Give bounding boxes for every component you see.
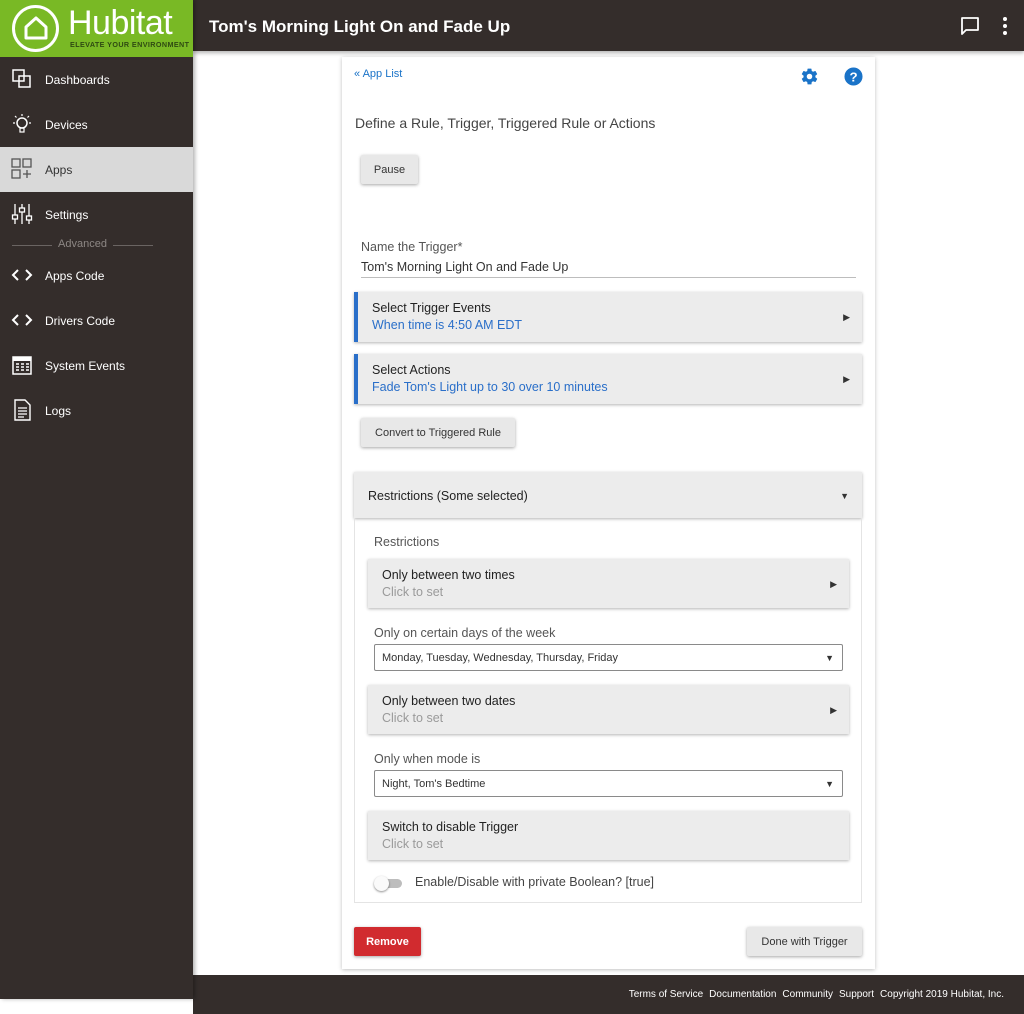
section-title: Only between two dates: [382, 694, 516, 708]
separator-line: [113, 245, 153, 246]
app-list-link[interactable]: « App List: [354, 68, 402, 80]
only-between-two-dates[interactable]: Only between two dates Click to set ▶: [368, 685, 849, 734]
footer-links: Terms of Service Documentation Community…: [629, 989, 1004, 1000]
days-of-week-select[interactable]: Monday, Tuesday, Wednesday, Thursday, Fr…: [374, 644, 843, 671]
sliders-icon: [11, 204, 33, 224]
sidebar: Hubitat ELEVATE YOUR ENVIRONMENT Dashboa…: [0, 0, 193, 999]
restrictions-header[interactable]: Restrictions (Some selected) ▼: [354, 472, 862, 518]
name-field[interactable]: Tom's Morning Light On and Fade Up: [361, 260, 568, 274]
sidebar-item-apps[interactable]: Apps: [0, 147, 193, 192]
mode-label: Only when mode is: [374, 752, 481, 766]
sidebar-item-dashboards[interactable]: Dashboards: [0, 57, 193, 102]
pause-button[interactable]: Pause: [361, 155, 418, 184]
section-title: Only between two times: [382, 568, 515, 582]
page-title: Tom's Morning Light On and Fade Up: [209, 17, 511, 36]
arrow-down-icon: ▼: [840, 491, 849, 501]
footer-link-documentation[interactable]: Documentation: [709, 989, 776, 1000]
footer-link-support[interactable]: Support: [839, 989, 874, 1000]
sidebar-item-system-events[interactable]: System Events: [0, 343, 193, 388]
sidebar-item-logs[interactable]: Logs: [0, 388, 193, 433]
svg-text:?: ?: [849, 69, 857, 84]
section-value: Click to set: [382, 711, 444, 725]
name-field-label: Name the Trigger*: [361, 240, 463, 254]
section-heading: Define a Rule, Trigger, Triggered Rule o…: [355, 115, 656, 131]
footer-link-terms[interactable]: Terms of Service: [629, 989, 703, 1000]
remove-button[interactable]: Remove: [354, 927, 421, 956]
dropdown-arrow-icon: ▼: [825, 653, 834, 663]
calendar-icon: [12, 356, 32, 375]
section-value: Click to set: [382, 585, 444, 599]
arrow-right-icon: ▶: [843, 312, 850, 322]
footer-link-community[interactable]: Community: [782, 989, 833, 1000]
house-icon: [24, 16, 48, 40]
bulb-icon: [13, 114, 31, 133]
sidebar-item-drivers-code[interactable]: Drivers Code: [0, 298, 193, 343]
convert-to-triggered-rule-button[interactable]: Convert to Triggered Rule: [361, 418, 515, 447]
gear-icon[interactable]: [800, 67, 819, 86]
more-menu-icon[interactable]: [1002, 16, 1008, 36]
select-value: Night, Tom's Bedtime: [382, 778, 486, 790]
document-icon: [14, 399, 31, 421]
select-trigger-events[interactable]: Select Trigger Events When time is 4:50 …: [354, 292, 862, 342]
restrictions-label: Restrictions: [374, 535, 440, 549]
sidebar-item-label: Devices: [45, 117, 88, 132]
arrow-right-icon: ▶: [830, 705, 837, 715]
arrow-right-icon: ▶: [843, 374, 850, 384]
sidebar-item-label: Drivers Code: [45, 313, 116, 328]
toggle-knob: [374, 876, 389, 891]
help-icon[interactable]: ?: [844, 67, 863, 86]
code-icon: [11, 269, 33, 281]
sidebar-item-label: Settings: [45, 207, 89, 222]
dashboards-icon: [12, 69, 31, 88]
dropdown-arrow-icon: ▼: [825, 779, 834, 789]
section-value: Fade Tom's Light up to 30 over 10 minute…: [372, 380, 608, 394]
days-of-week-label: Only on certain days of the week: [374, 626, 556, 640]
footer-copyright: Copyright 2019 Hubitat, Inc.: [880, 989, 1004, 1000]
brand-tagline: ELEVATE YOUR ENVIRONMENT: [70, 40, 190, 49]
restrictions-panel: Restrictions Only between two times Clic…: [354, 518, 862, 903]
sidebar-item-apps-code[interactable]: Apps Code: [0, 253, 193, 298]
chat-icon[interactable]: [960, 16, 980, 36]
advanced-label: Advanced: [58, 238, 107, 250]
select-value: Monday, Tuesday, Wednesday, Thursday, Fr…: [382, 652, 619, 664]
switch-to-disable-trigger[interactable]: Switch to disable Trigger Click to set: [368, 811, 849, 860]
sidebar-item-label: System Events: [45, 358, 126, 373]
only-between-two-times[interactable]: Only between two times Click to set ▶: [368, 559, 849, 608]
sidebar-item-label: Apps Code: [45, 268, 105, 283]
done-with-trigger-button[interactable]: Done with Trigger: [747, 927, 862, 956]
app-card: « App List ? Define a Rule, Trigger, Tri…: [342, 57, 875, 969]
name-field-underline: [361, 277, 856, 278]
hubitat-logo[interactable]: Hubitat ELEVATE YOUR ENVIRONMENT: [0, 0, 193, 57]
arrow-right-icon: ▶: [830, 579, 837, 589]
brand-name: Hubitat: [68, 4, 173, 42]
sidebar-item-devices[interactable]: Devices: [0, 102, 193, 147]
advanced-separator: Advanced: [0, 237, 193, 253]
section-value: Click to set: [382, 837, 444, 851]
mode-select[interactable]: Night, Tom's Bedtime ▼: [374, 770, 843, 797]
code-icon: [11, 314, 33, 326]
restrictions-title: Restrictions (Some selected): [368, 489, 528, 503]
private-boolean-toggle[interactable]: [374, 876, 404, 891]
section-title: Select Actions: [372, 363, 451, 377]
sidebar-item-settings[interactable]: Settings: [0, 192, 193, 237]
section-title: Switch to disable Trigger: [382, 820, 519, 834]
top-bar: Tom's Morning Light On and Fade Up: [193, 0, 1024, 51]
footer: Terms of Service Documentation Community…: [193, 975, 1024, 1014]
private-boolean-label: Enable/Disable with private Boolean? [tr…: [415, 875, 655, 889]
section-value: When time is 4:50 AM EDT: [372, 318, 523, 332]
apps-icon: [11, 158, 32, 179]
section-title: Select Trigger Events: [372, 301, 491, 315]
sidebar-item-label: Logs: [45, 403, 72, 418]
sidebar-item-label: Dashboards: [45, 72, 110, 87]
select-actions[interactable]: Select Actions Fade Tom's Light up to 30…: [354, 354, 862, 404]
sidebar-item-label: Apps: [45, 162, 73, 177]
